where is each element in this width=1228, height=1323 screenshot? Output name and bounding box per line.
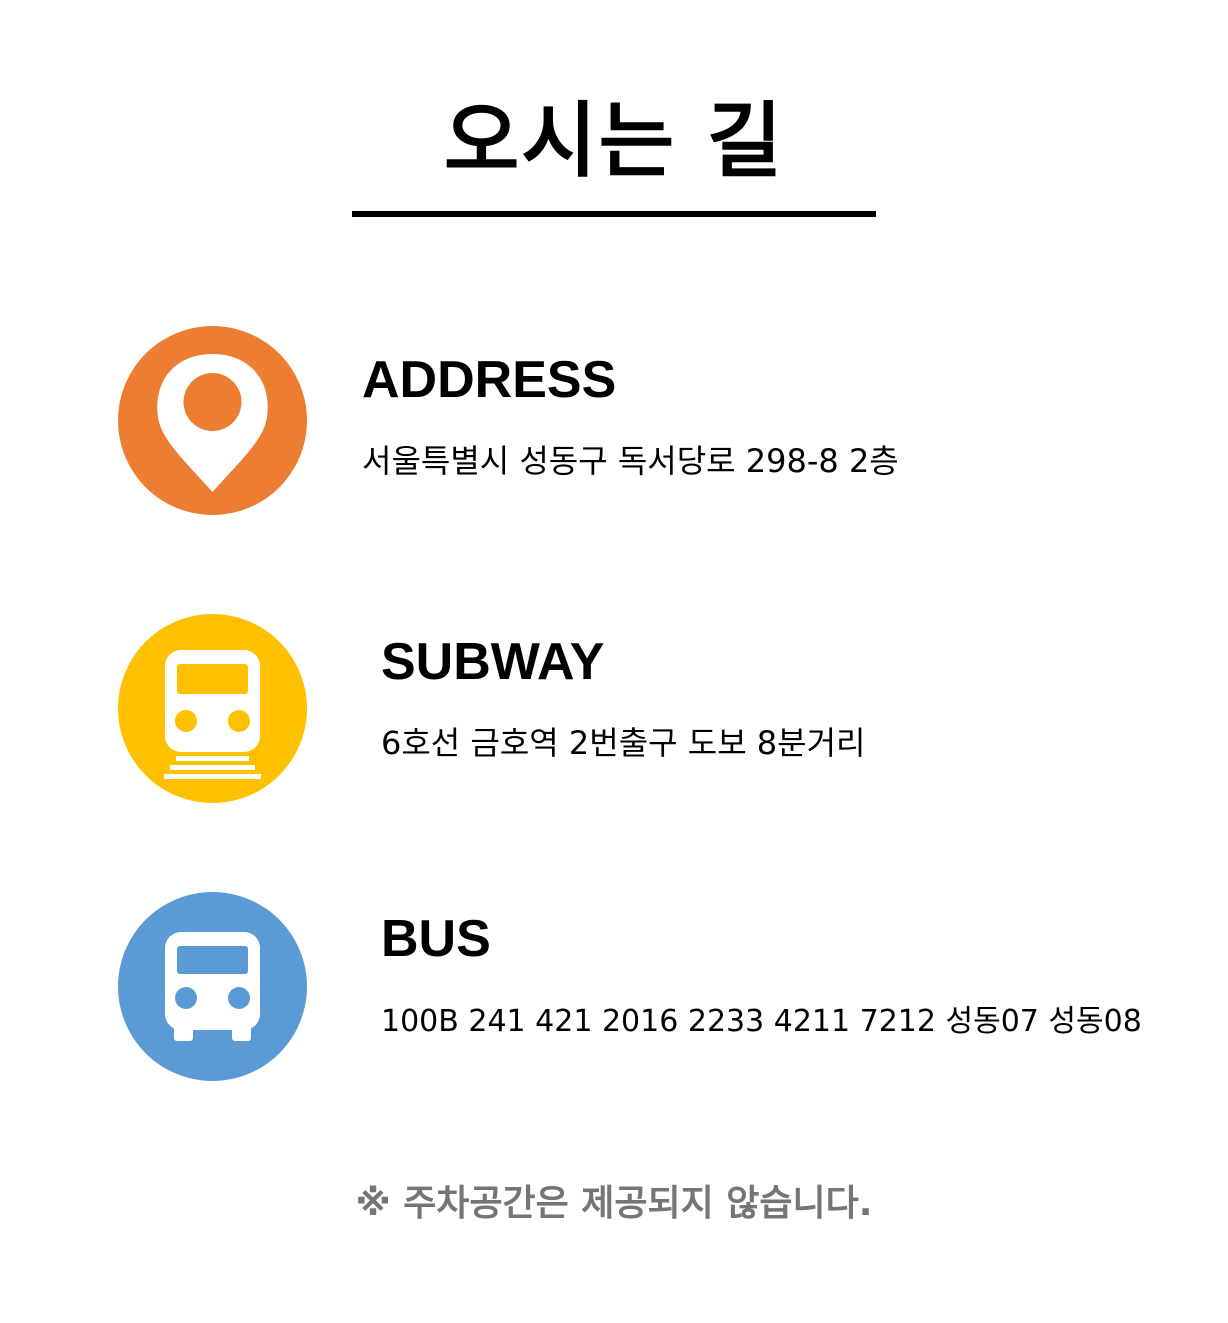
page-title: 오시는 길 <box>443 94 785 189</box>
bus-icon <box>165 932 260 1041</box>
title-underline <box>352 211 876 217</box>
subway-detail: 6호선 금호역 2번출구 도보 8분거리 <box>381 724 866 762</box>
map-pin-icon <box>157 354 268 492</box>
subway-heading: SUBWAY <box>381 633 605 691</box>
bus-detail: 100B 241 421 2016 2233 4211 7212 성동07 성동… <box>381 1004 1142 1039</box>
bus-icon-circle <box>118 892 307 1081</box>
train-icon <box>164 650 261 779</box>
parking-notice: ※ 주차공간은 제공되지 않습니다. <box>355 1183 873 1224</box>
address-icon-circle <box>118 326 307 515</box>
bus-heading: BUS <box>381 910 491 968</box>
address-detail: 서울특별시 성동구 독서당로 298-8 2층 <box>362 442 899 480</box>
subway-icon-circle <box>118 614 307 803</box>
address-heading: ADDRESS <box>362 351 617 409</box>
